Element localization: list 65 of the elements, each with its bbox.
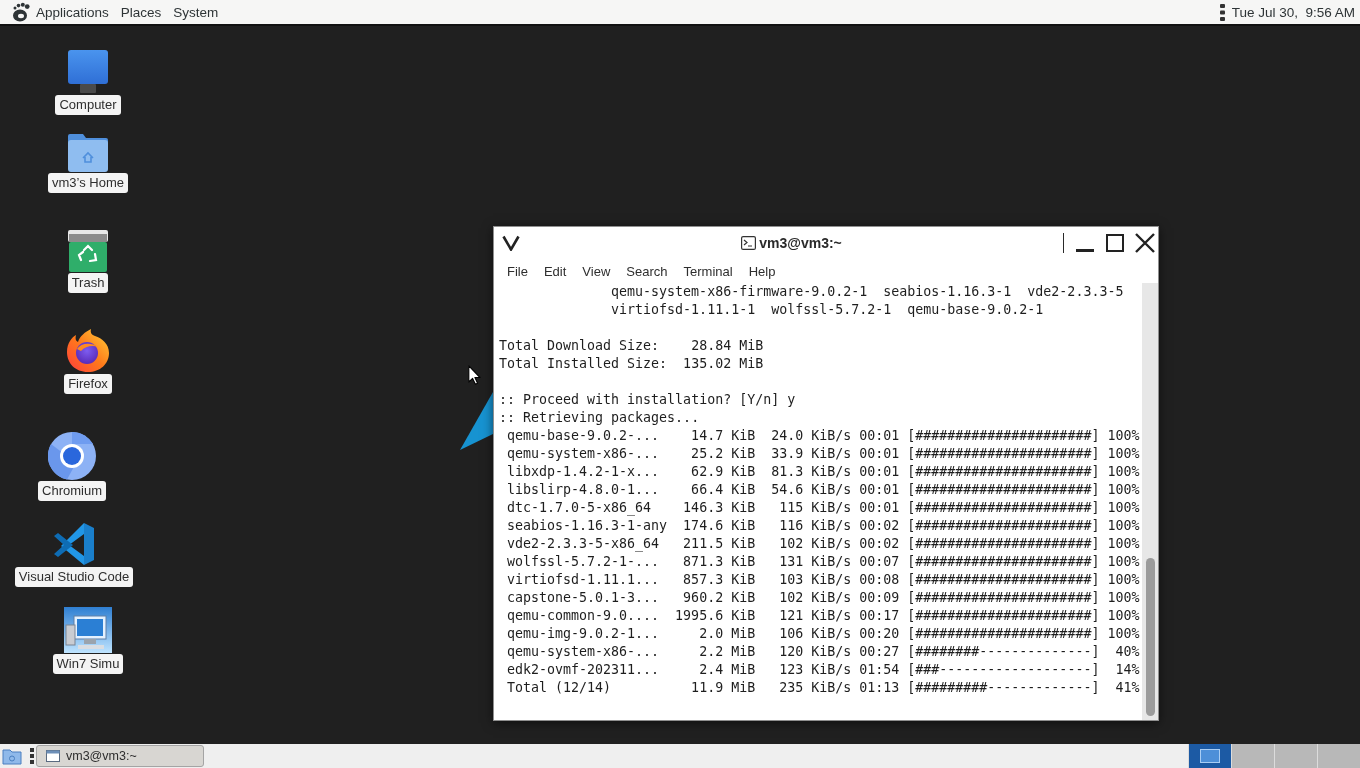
terminal-line: vde2-2.3.3-5-x86_64 211.5 KiB 102 KiB/s 00:02 [######################] 100% [507,535,1140,553]
chevron-down-icon[interactable] [502,235,520,251]
terminal-line: virtiofsd-1.11.1... 857.3 KiB 103 KiB/s 00:08 [######################] 100% [507,571,1140,589]
terminal-line: qemu-img-9.0.2-1... 2.0 MiB 106 KiB/s 00:20 [######################] 100% [507,625,1140,643]
terminal-icon [741,236,757,250]
workspace-cell[interactable] [1274,744,1317,768]
home-folder-icon[interactable] [68,132,108,172]
drag-handle-icon[interactable] [1219,3,1225,21]
desktop-icon-label[interactable]: Visual Studio Code [14,567,134,587]
menu-item[interactable]: File [499,260,536,282]
workspace-cell[interactable] [1317,744,1360,768]
scrollbar-thumb[interactable] [1145,558,1155,716]
terminal-line: wolfssl-5.7.2-1-... 871.3 KiB 131 KiB/s 00:07 [######################] 100% [507,553,1140,571]
maximize-button[interactable] [1106,234,1124,252]
trash-icon[interactable] [68,230,108,272]
terminal-line: qemu-base-9.0.2-... 14.7 KiB 24.0 KiB/s 00:01 [######################] 100% [507,427,1140,445]
window-title: vm3@vm3:~ [759,235,842,251]
computer-icon[interactable] [68,50,108,94]
terminal-line: qemu-common-9.0.... 1995.6 KiB 121 KiB/s 00:17 [######################] 100% [507,607,1140,625]
close-button[interactable] [1134,233,1156,253]
computer-picture-icon[interactable] [64,607,112,653]
menu-item[interactable]: Search [618,260,676,282]
terminal-line: libslirp-4.8.0-1... 66.4 KiB 54.6 KiB/s 00:01 [######################] 100% [507,481,1140,499]
mouse-pointer-icon [468,365,481,385]
desktop-icon-label[interactable]: vm3’s Home [48,173,128,193]
terminal-line: libxdp-1.4.2-1-x... 62.9 KiB 81.3 KiB/s 00:01 [######################] 100% [507,463,1140,481]
wallpaper-triangle [460,390,493,450]
workspace-cell[interactable] [1188,744,1231,768]
terminal-line: qemu-system-x86-firmware-9.0.2-1 seabios-1.16.3-1 vde2-2.3.3-5 [611,283,1124,301]
flame-globe-icon[interactable] [65,327,111,373]
workspace-cell[interactable] [1231,744,1274,768]
menu-item[interactable]: View [574,260,619,282]
terminal-line: :: Proceed with installation? [Y/n] y [499,391,796,409]
scrollbar-track[interactable] [1142,283,1158,720]
terminal-line: seabios-1.16.3-1-any 174.6 KiB 116 KiB/s 00:02 [######################] 100% [507,517,1140,535]
terminal-line: virtiofsd-1.11.1-1 wolfssl-5.7.2-1 qemu-base-9.0.2-1 [611,301,1044,319]
foot-logo-icon[interactable] [12,2,30,22]
menu-item[interactable]: Edit [535,260,575,282]
minimize-button[interactable] [1076,248,1094,252]
menu-item[interactable]: Help [740,260,784,282]
terminal-line: Total (12/14) 11.9 MiB 235 KiB/s 01:13 [#########-------------] 41% [507,679,1140,697]
desktop-icon-label[interactable]: Chromium [38,481,106,501]
panel-menu[interactable]: Applications [30,1,115,23]
terminal-line: qemu-system-x86-... 25.2 KiB 33.9 KiB/s 00:01 [######################] 100% [507,445,1140,463]
terminal-line: Total Download Size: 28.84 MiB [499,337,764,355]
task-button[interactable]: vm3@vm3:~ [36,745,204,767]
desktop-icon-label[interactable]: Firefox [64,374,112,394]
terminal-line: Total Installed Size: 135.02 MiB [499,355,764,373]
clock[interactable]: Tue Jul 30, 9:56 AM [1231,4,1355,20]
menu-item[interactable]: Terminal [675,260,741,282]
desktop-icon-label[interactable]: Computer [55,95,121,115]
ribbon-logo-icon[interactable] [53,522,95,566]
terminal-line: :: Retrieving packages... [499,409,700,427]
drag-handle-icon[interactable] [30,748,34,764]
terminal-line: capstone-5.0.1-3... 960.2 KiB 102 KiB/s 00:09 [######################] 100% [507,589,1140,607]
terminal-line: edk2-ovmf-202311... 2.4 MiB 123 KiB/s 01:54 [###-------------------] 14% [507,661,1140,679]
panel-menu[interactable]: System [167,1,225,23]
desktop-icon-label[interactable]: Win7 Simu [52,654,124,674]
panel-menu[interactable]: Places [114,1,168,23]
window-icon [46,750,60,762]
terminal-line: qemu-system-x86-... 2.2 MiB 120 KiB/s 00:27 [########--------------] 40% [507,643,1140,661]
terminal-line: dtc-1.7.0-5-x86_64 146.3 KiB 115 KiB/s 00:01 [######################] 100% [507,499,1140,517]
desktop-icon-label[interactable]: Trash [67,273,109,293]
show-desktop-icon[interactable] [2,746,22,766]
ring-logo-icon[interactable] [48,432,96,480]
